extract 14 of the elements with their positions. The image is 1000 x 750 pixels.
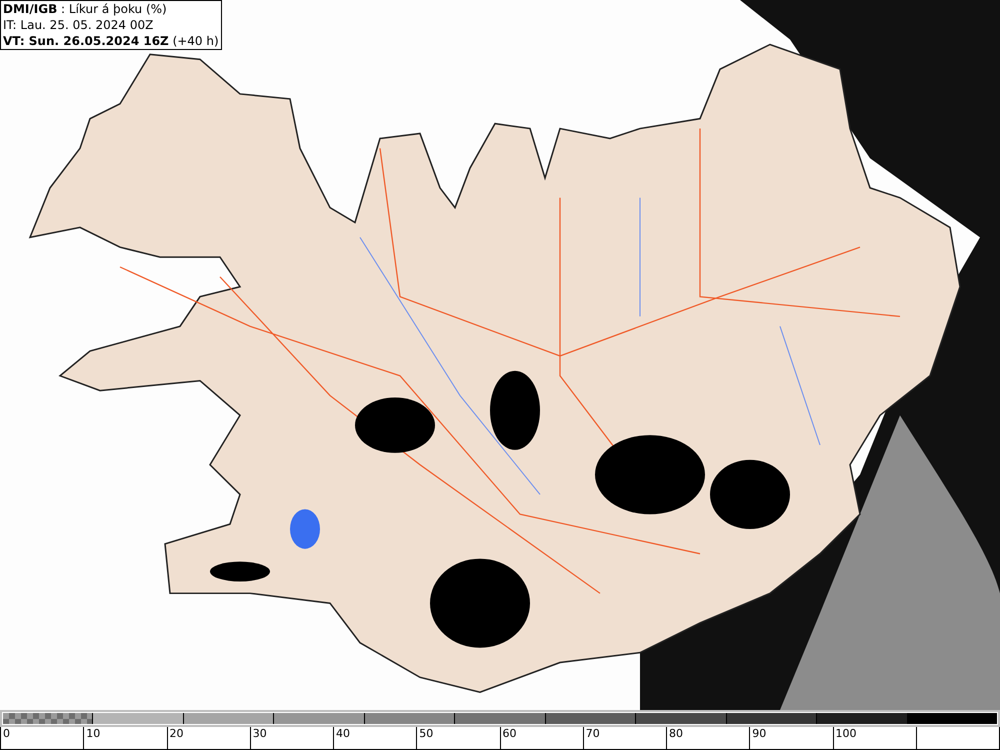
legend-label: 50 bbox=[418, 727, 434, 741]
legend-label: 20 bbox=[168, 727, 184, 741]
info-line: IT: Lau. 25. 05. 2024 00Z bbox=[3, 17, 154, 33]
legend-label: 60 bbox=[502, 727, 516, 741]
legend-label: 40 bbox=[335, 727, 350, 741]
legend-label: 30 bbox=[252, 727, 267, 741]
legend-label: 70 bbox=[584, 727, 600, 741]
legend-label: 80 bbox=[668, 727, 683, 741]
info-line: VT: Sun. 26.05.2024 16Z (+40 h) bbox=[3, 33, 219, 49]
info-line: DMI/IGB : Líkur á þoku (%) bbox=[3, 1, 168, 17]
legend-label: 0 bbox=[2, 727, 10, 741]
legend-label: 10 bbox=[85, 727, 100, 741]
legend-label: 100 bbox=[834, 727, 856, 741]
legend-label: 90 bbox=[751, 727, 766, 741]
